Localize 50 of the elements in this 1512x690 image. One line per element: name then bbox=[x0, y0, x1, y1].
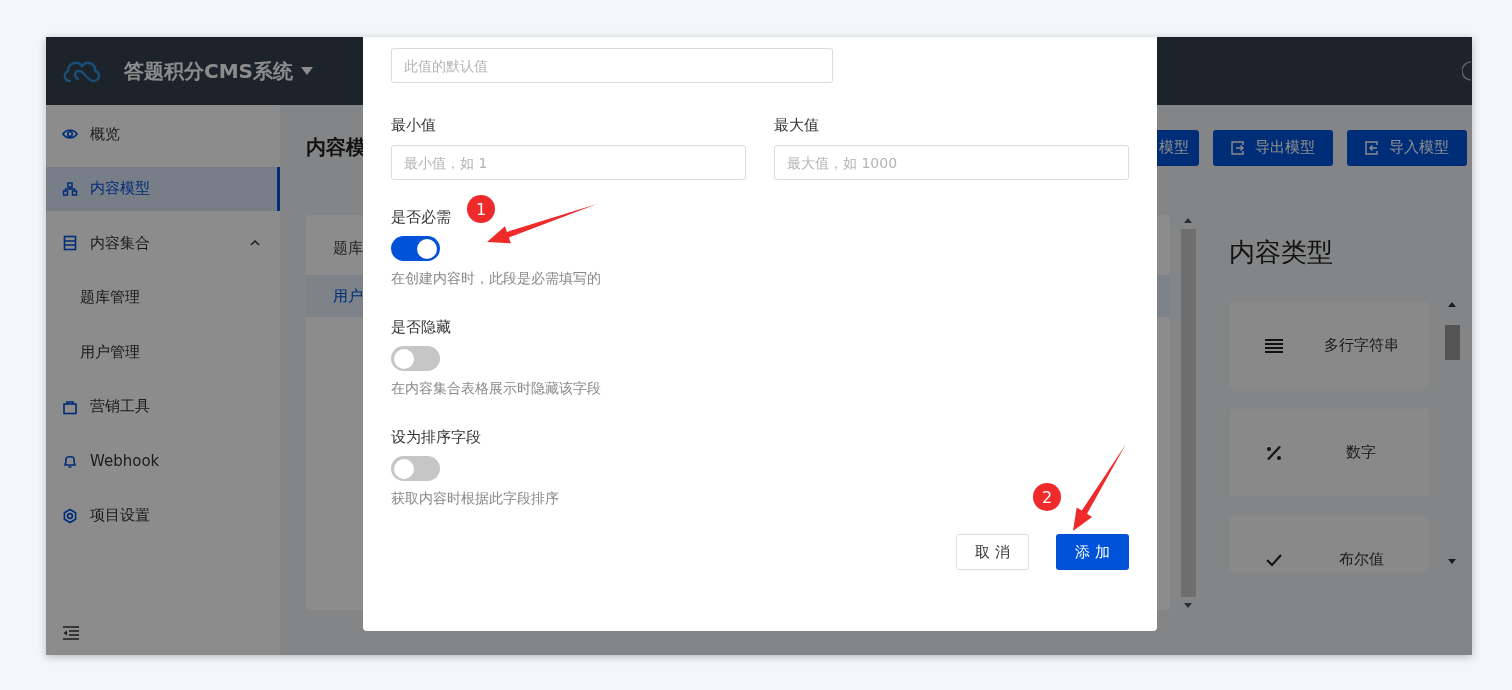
toggle-switch[interactable] bbox=[391, 456, 440, 481]
cancel-button[interactable]: 取 消 bbox=[956, 534, 1029, 570]
chevron-icon[interactable] bbox=[250, 240, 260, 246]
sidebar-subitem[interactable]: 题库管理 bbox=[46, 275, 280, 320]
scroll-up-icon[interactable] bbox=[1448, 302, 1456, 307]
content-type-card[interactable]: 多行字符串 bbox=[1229, 302, 1429, 389]
hint-text: 获取内容时根据此字段排序 bbox=[391, 489, 559, 508]
export-icon bbox=[1231, 140, 1245, 155]
sidebar-item[interactable]: 内容模型 bbox=[46, 166, 280, 211]
content-type-card[interactable]: 布尔值 bbox=[1229, 516, 1429, 572]
sidebar-subitem[interactable]: 用户管理 bbox=[46, 330, 280, 374]
export-button[interactable]: 导出模型 bbox=[1213, 129, 1333, 166]
add-button[interactable]: 添 加 bbox=[1056, 534, 1129, 570]
content-type-card[interactable]: 数字 bbox=[1229, 409, 1429, 496]
default-value-field[interactable]: 此值的默认值 bbox=[391, 48, 833, 83]
scroll-up-icon[interactable] bbox=[1184, 218, 1192, 223]
percent-icon bbox=[1265, 444, 1283, 461]
bag-icon bbox=[62, 398, 78, 415]
help-icon[interactable] bbox=[1462, 61, 1472, 81]
sidebar-item[interactable]: 内容集合 bbox=[46, 221, 280, 265]
field-label: 最小值 bbox=[391, 115, 437, 136]
bell-icon bbox=[62, 453, 78, 469]
hierarchy-icon bbox=[62, 180, 78, 197]
input-field[interactable]: 最大值，如 1000 bbox=[774, 145, 1129, 180]
lines-icon bbox=[1265, 337, 1283, 354]
toggle-switch[interactable] bbox=[391, 346, 440, 371]
gear-icon bbox=[62, 507, 78, 524]
sidebar-item[interactable]: 营销工具 bbox=[46, 384, 280, 429]
switch-label: 是否隐藏 bbox=[391, 317, 451, 338]
import-button[interactable]: 导入模型 bbox=[1347, 129, 1467, 166]
app-title[interactable]: 答题积分CMS系统 bbox=[124, 57, 293, 85]
import-icon bbox=[1365, 140, 1379, 155]
sidebar-item[interactable]: Webhook bbox=[46, 439, 280, 483]
switch-label: 是否必需 bbox=[391, 207, 451, 228]
scroll-down-icon[interactable] bbox=[1184, 603, 1192, 608]
field-label: 最大值 bbox=[774, 115, 820, 136]
hint-text: 在内容集合表格展示时隐藏该字段 bbox=[391, 379, 601, 398]
sidebar-item[interactable]: 项目设置 bbox=[46, 493, 280, 538]
scrollbar-thumb[interactable] bbox=[1180, 229, 1196, 597]
toggle-switch[interactable] bbox=[391, 236, 440, 261]
input-field[interactable]: 最小值，如 1 bbox=[391, 145, 746, 180]
sidebar-item[interactable]: 概览 bbox=[46, 112, 280, 156]
scroll-down-icon[interactable] bbox=[1448, 559, 1456, 564]
scrollbar-thumb[interactable] bbox=[1444, 325, 1460, 360]
hint-text: 在创建内容时，此段是必需填写的 bbox=[391, 269, 601, 288]
collapse-menu-icon[interactable] bbox=[62, 625, 80, 641]
panel-title: 内容类型 bbox=[1229, 236, 1334, 269]
list-icon bbox=[62, 235, 78, 251]
switch-label: 设为排序字段 bbox=[391, 427, 481, 448]
caret-icon[interactable] bbox=[301, 67, 313, 75]
